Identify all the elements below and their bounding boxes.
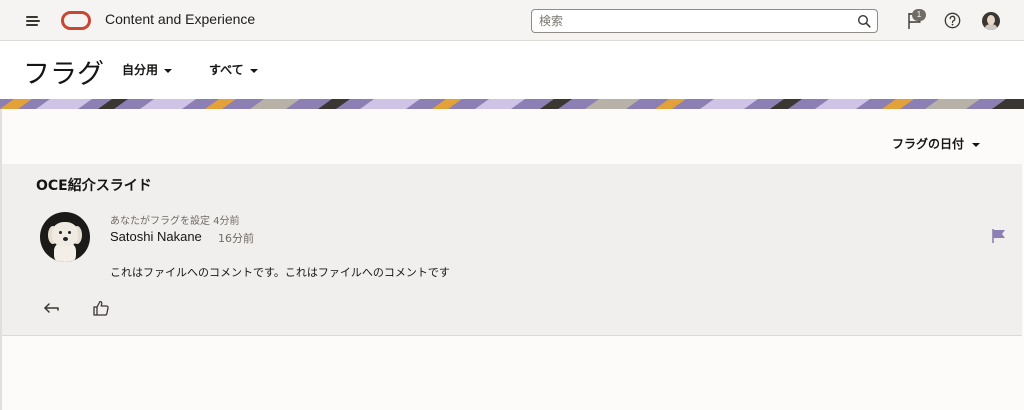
app-title: Content and Experience <box>105 11 256 27</box>
comment-time: 16分前 <box>218 232 254 245</box>
scope-filter-label: すべて <box>209 63 244 77</box>
oracle-logo <box>61 11 91 30</box>
page-header: フラグ 自分用 すべて <box>0 41 1024 99</box>
caret-down-icon <box>249 68 258 73</box>
owner-filter-dropdown[interactable]: 自分用 <box>122 61 173 78</box>
sort-label: フラグの日付 <box>891 137 964 151</box>
search-icon[interactable] <box>857 14 871 28</box>
sort-dropdown[interactable]: フラグの日付 <box>892 135 980 152</box>
flag-icon[interactable] <box>991 228 1007 244</box>
search-box <box>531 9 878 33</box>
top-bar: Content and Experience 1 <box>0 0 1024 41</box>
document-title[interactable]: OCE紹介スライド <box>36 175 152 195</box>
notification-badge: 1 <box>912 9 926 21</box>
menu-icon[interactable] <box>24 12 42 30</box>
page-title: フラグ <box>23 59 104 90</box>
reply-icon[interactable] <box>43 300 61 316</box>
comment-text: これはファイルへのコメントです。これはファイルへのコメントです <box>110 266 450 279</box>
owner-filter-label: 自分用 <box>122 63 159 77</box>
author-avatar <box>40 212 90 262</box>
flag-activity-text: あなたがフラグを設定 4分前 <box>110 216 240 227</box>
scope-filter-dropdown[interactable]: すべて <box>209 61 258 78</box>
author-name[interactable]: Satoshi Nakane <box>110 229 202 244</box>
caret-down-icon <box>164 68 173 73</box>
help-icon[interactable] <box>944 12 961 29</box>
caret-down-icon <box>972 142 980 147</box>
user-avatar[interactable] <box>982 12 1000 30</box>
like-icon[interactable] <box>92 299 110 317</box>
search-input[interactable] <box>539 12 839 30</box>
decorative-banner <box>0 99 1024 109</box>
flagged-item-card[interactable]: OCE紹介スライド あなたがフラグを設定 4分前 Satoshi Nakane … <box>2 164 1022 336</box>
